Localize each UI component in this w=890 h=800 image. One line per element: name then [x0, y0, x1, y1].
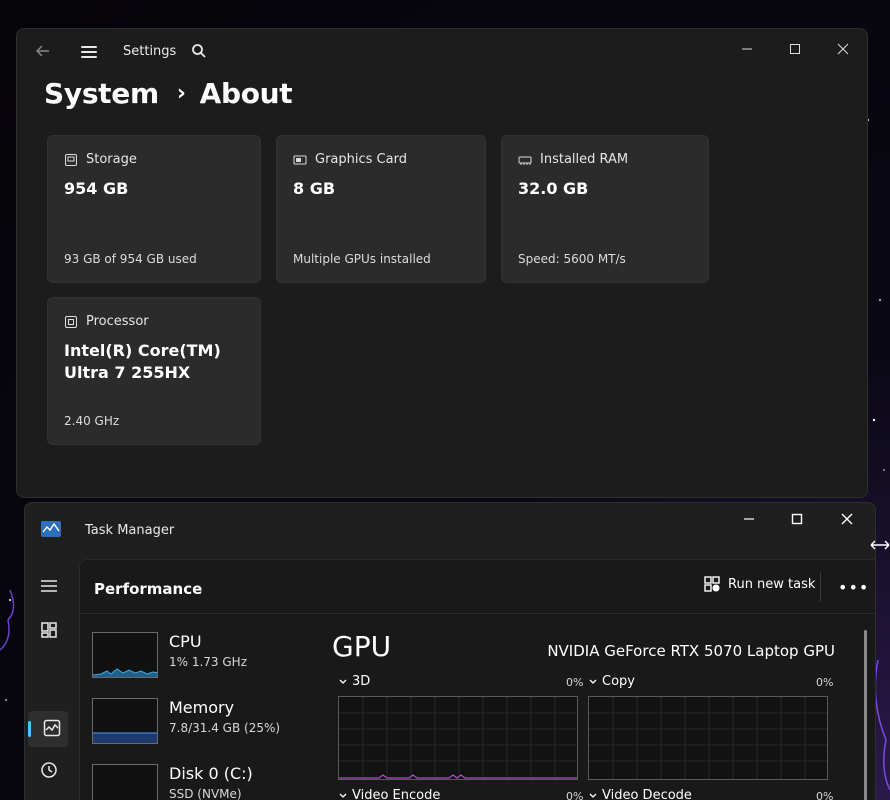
installed-ram-value: 32.0 GB: [518, 179, 589, 198]
engine-copy-selector[interactable]: Copy: [588, 674, 635, 689]
back-arrow-icon[interactable]: [35, 43, 55, 63]
chevron-down-icon: [589, 679, 597, 684]
task-manager-window: Task Manager Performance Run new task ••…: [24, 502, 876, 800]
performance-title: Performance: [94, 580, 203, 598]
processes-icon[interactable]: [38, 619, 60, 641]
processor-speed: 2.40 GHz: [64, 414, 120, 428]
resource-memory[interactable]: Memory 7.8/31.4 GB (25%): [92, 698, 312, 754]
disk-thumbnail-graph: [92, 764, 158, 800]
tm-maximize-button[interactable]: [777, 507, 817, 531]
more-options-button[interactable]: •••: [838, 578, 869, 597]
storage-value: 954 GB: [64, 179, 129, 198]
graphics-card-icon: [293, 155, 307, 164]
hamburger-menu-icon[interactable]: [79, 43, 99, 63]
engine-copy-percent: 0%: [816, 676, 834, 689]
task-manager-title: Task Manager: [85, 523, 175, 538]
chevron-down-icon: [339, 679, 347, 684]
maximize-button[interactable]: [775, 37, 815, 61]
cpu-label: CPU: [169, 632, 202, 651]
engine-video-encode-percent: 0%: [566, 790, 584, 800]
engine-video-decode-selector[interactable]: Video Decode: [588, 788, 692, 800]
tm-header: Performance Run new task •••: [80, 560, 875, 614]
storage-usage: 93 GB of 954 GB used: [64, 252, 197, 266]
breadcrumb-system[interactable]: System: [44, 77, 159, 110]
engine-video-decode-label: Video Decode: [602, 788, 692, 800]
engine-3d-label: 3D: [352, 674, 371, 689]
storage-label: Storage: [86, 152, 137, 167]
graphics-card-label: Graphics Card: [315, 152, 407, 167]
storage-card[interactable]: Storage 954 GB 93 GB of 954 GB used: [47, 135, 261, 283]
processor-card[interactable]: Processor Intel(R) Core(TM) Ultra 7 255H…: [47, 297, 261, 445]
tm-main-panel: Performance Run new task ••• CPU 1% 1.73…: [79, 559, 875, 800]
memory-label: Memory: [169, 698, 235, 717]
disk-label: Disk 0 (C:): [169, 764, 253, 783]
tm-minimize-button[interactable]: [729, 507, 769, 531]
run-new-task-button[interactable]: Run new task: [704, 576, 815, 592]
graphics-card-card[interactable]: Graphics Card 8 GB Multiple GPUs install…: [276, 135, 486, 283]
chevron-down-icon: [589, 793, 597, 798]
close-button[interactable]: [823, 37, 863, 61]
resource-cpu[interactable]: CPU 1% 1.73 GHz: [92, 632, 312, 688]
tm-sidebar: [25, 559, 75, 800]
graphics-card-value: 8 GB: [293, 179, 336, 198]
gpu-heading: GPU: [332, 630, 392, 663]
engine-3d-percent: 0%: [566, 676, 584, 689]
tm-hamburger-icon[interactable]: [38, 575, 60, 597]
cpu-thumbnail-graph: [92, 632, 158, 678]
settings-titlebar: Settings: [17, 29, 867, 77]
cpu-value: 1% 1.73 GHz: [169, 655, 248, 669]
settings-app-title: Settings: [123, 44, 177, 59]
memory-thumbnail-graph: [92, 698, 158, 744]
disk-value: SSD (NVMe): [169, 787, 242, 800]
engine-copy-label: Copy: [602, 674, 635, 689]
tm-close-button[interactable]: [827, 507, 867, 531]
installed-ram-card[interactable]: Installed RAM 32.0 GB Speed: 5600 MT/s: [501, 135, 709, 283]
resource-disk0[interactable]: Disk 0 (C:) SSD (NVMe): [92, 764, 312, 800]
engine-video-encode-label: Video Encode: [352, 788, 441, 800]
engine-copy-graph: [588, 696, 828, 780]
tm-scrollbar[interactable]: [864, 630, 867, 800]
page-title: System › About: [44, 77, 293, 110]
resize-cursor-icon: [870, 540, 890, 550]
engine-video-encode-selector[interactable]: Video Encode: [338, 788, 440, 800]
minimize-button[interactable]: [727, 37, 767, 61]
storage-icon: [65, 153, 77, 166]
gpu-model-name: NVIDIA GeForce RTX 5070 Laptop GPU: [547, 642, 835, 660]
processor-icon: [65, 315, 77, 328]
chevron-down-icon: [339, 793, 347, 798]
chevron-right-icon: ›: [176, 81, 186, 106]
header-divider: [820, 572, 821, 602]
processor-label: Processor: [86, 314, 149, 329]
breadcrumb-about: About: [199, 77, 293, 110]
settings-window: Settings System › About Storage 954 GB 93 …: [16, 28, 868, 498]
ram-speed: Speed: 5600 MT/s: [518, 252, 626, 266]
task-manager-app-icon: [41, 521, 61, 537]
run-task-icon: [704, 576, 720, 592]
engine-video-decode-percent: 0%: [816, 790, 834, 800]
processor-value: Intel(R) Core(TM) Ultra 7 255HX: [64, 341, 221, 382]
search-icon[interactable]: [191, 43, 209, 61]
performance-icon[interactable]: [41, 717, 63, 739]
memory-value: 7.8/31.4 GB (25%): [169, 721, 281, 735]
app-history-icon[interactable]: [38, 759, 60, 781]
installed-ram-label: Installed RAM: [540, 152, 629, 167]
graphics-card-sub: Multiple GPUs installed: [293, 252, 431, 266]
run-new-task-label: Run new task: [728, 576, 816, 592]
engine-3d-selector[interactable]: 3D: [338, 674, 370, 689]
ram-icon: [518, 156, 532, 165]
engine-3d-graph: [338, 696, 578, 780]
